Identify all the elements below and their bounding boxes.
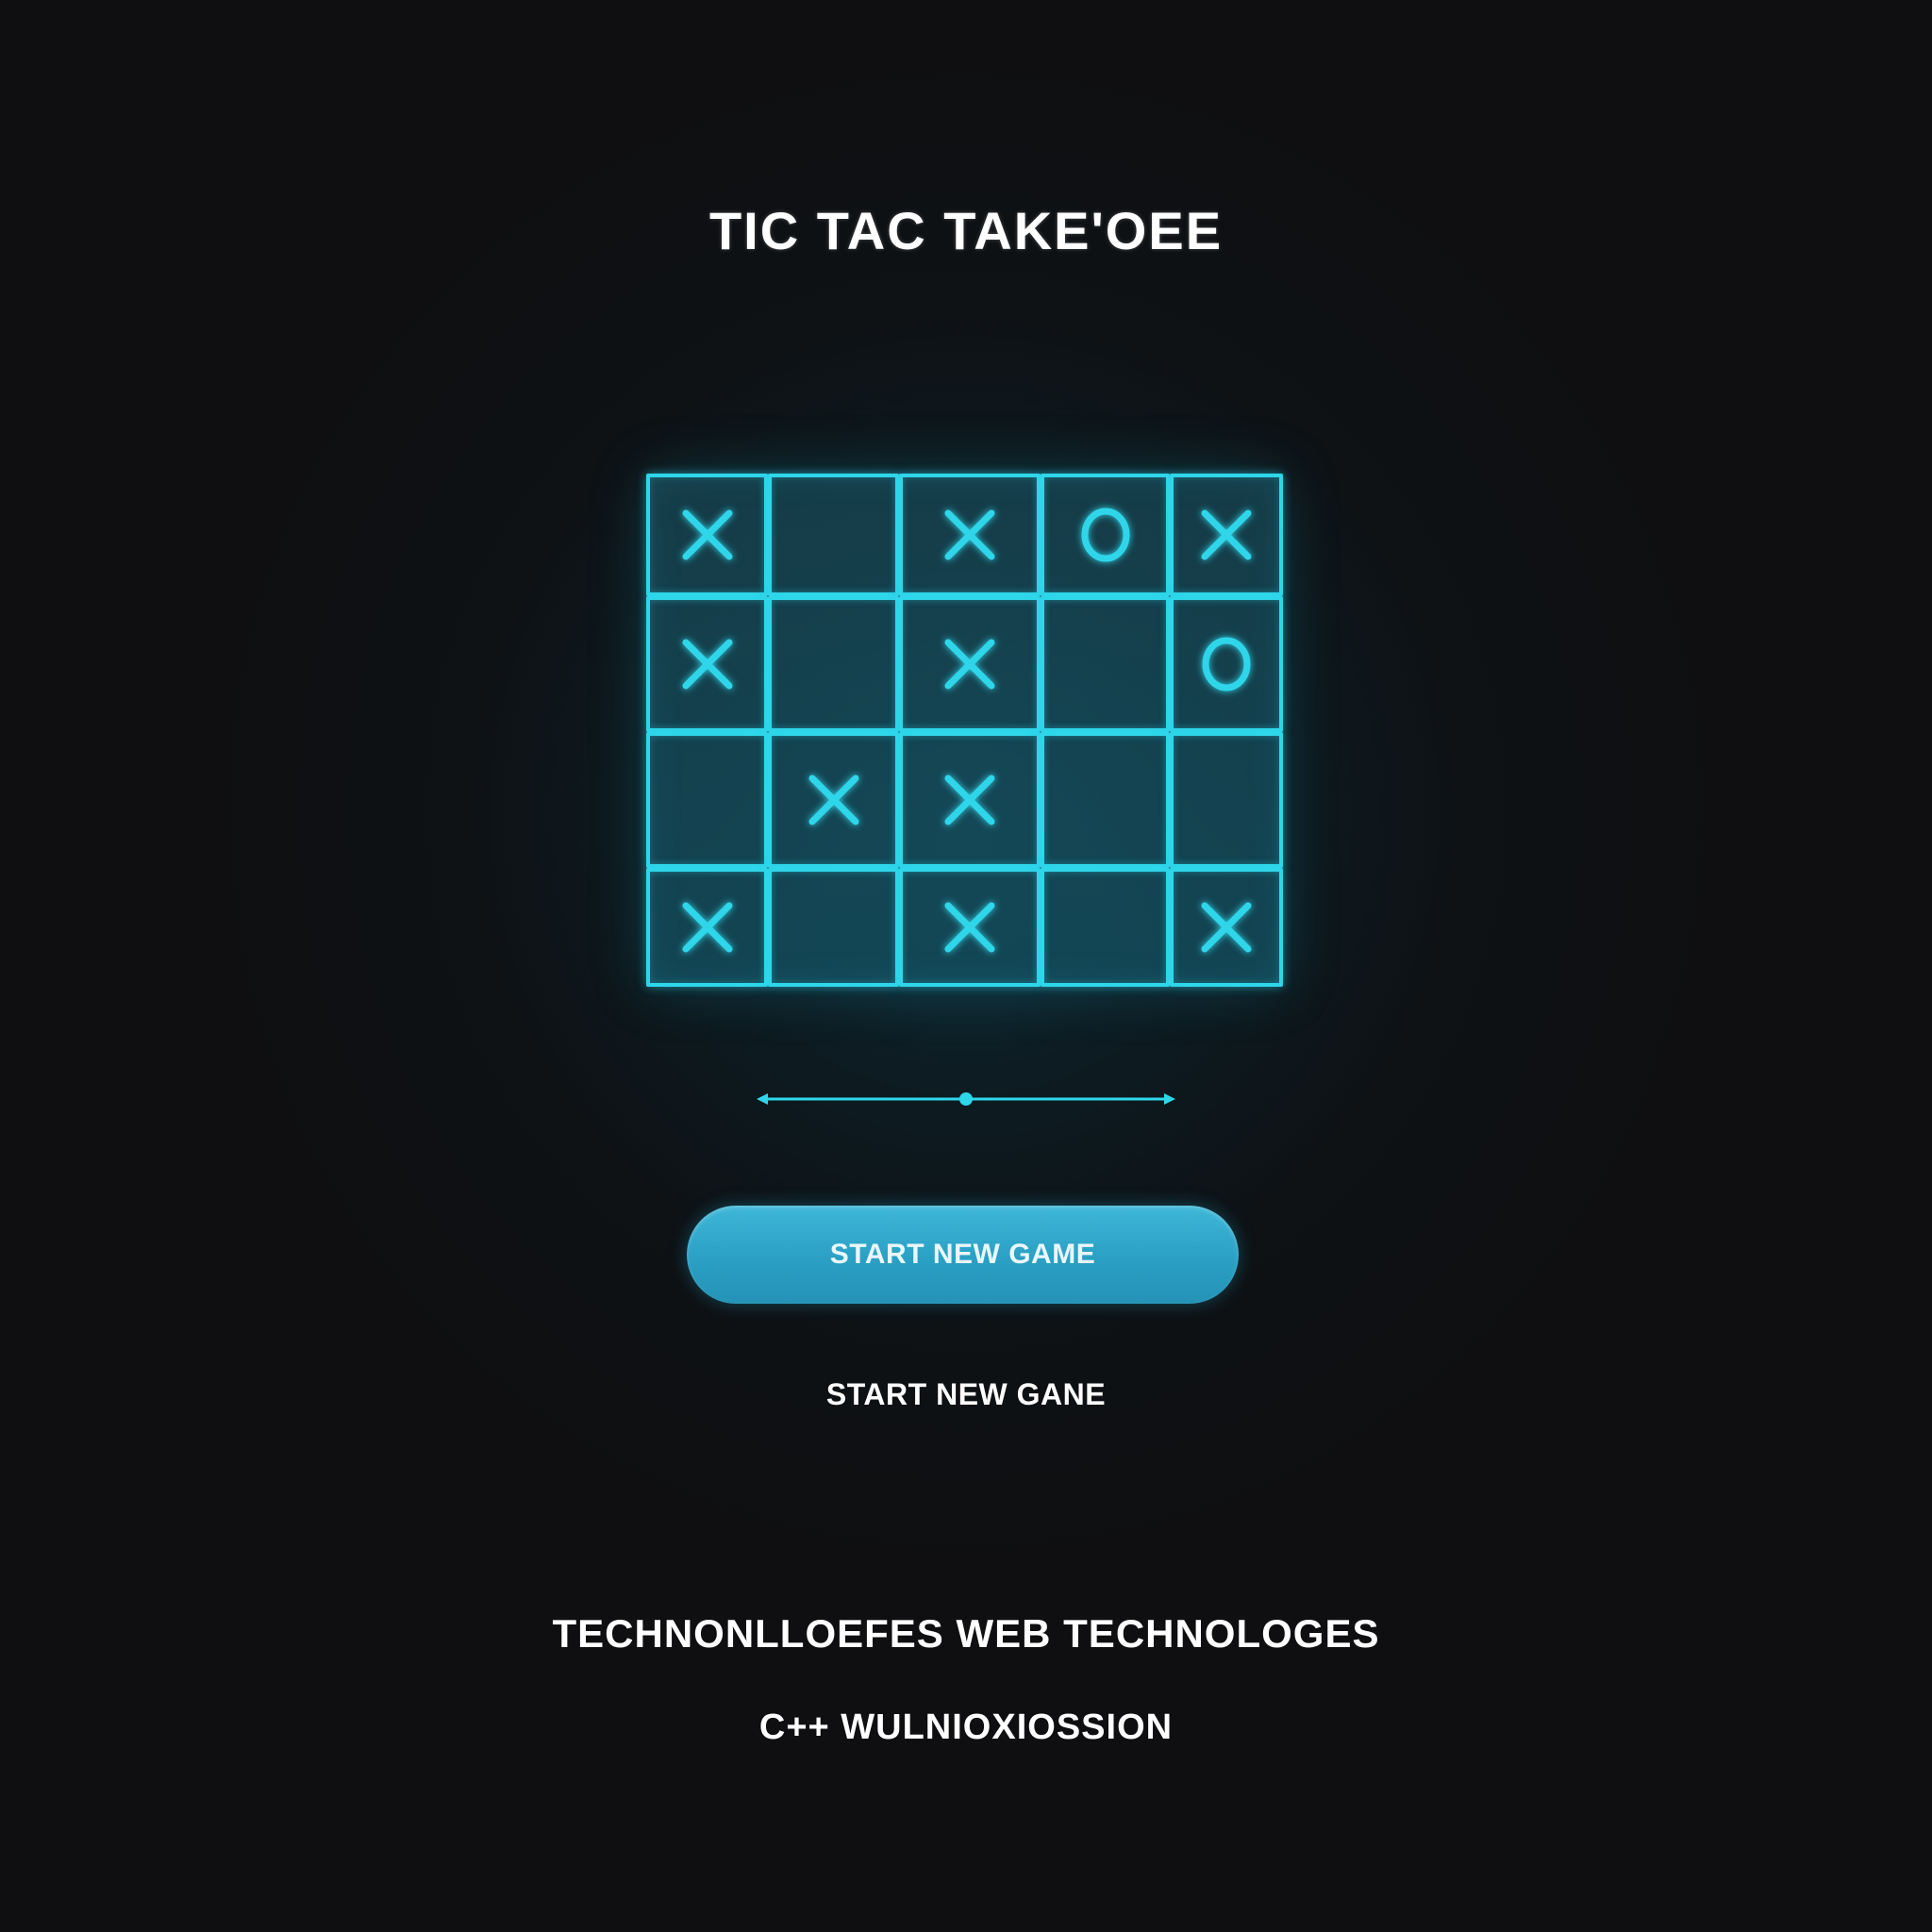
x-mark-icon [942, 900, 997, 955]
board-cell[interactable] [768, 474, 899, 596]
board-cell[interactable] [1170, 868, 1283, 987]
x-mark-icon [807, 773, 861, 827]
x-mark-icon [942, 637, 997, 691]
language-label: C++ WULNIOXIOSSION [758, 1707, 1174, 1747]
board-cell[interactable] [768, 732, 899, 868]
board-cell[interactable] [899, 868, 1041, 987]
x-mark-icon [942, 773, 997, 827]
game-screen: TIC TAC TAKE'OEE START NEW GAME START NE… [0, 0, 1932, 1932]
board-cell[interactable] [1170, 474, 1283, 596]
o-mark-icon [1199, 637, 1254, 691]
game-title: TIC TAC TAKE'OEE [708, 201, 1224, 260]
board-cell[interactable] [899, 596, 1041, 732]
board-cell[interactable] [768, 868, 899, 987]
start-new-game-link[interactable]: START NEW GANE [0, 1375, 1932, 1413]
technologies-label: TECHNONLLOEFES WEB TECHNOLOGES [552, 1611, 1380, 1656]
start-new-game-button[interactable]: START NEW GAME [687, 1206, 1239, 1304]
o-mark-icon [1078, 508, 1133, 562]
board-cell[interactable] [646, 732, 768, 868]
board-cell[interactable] [899, 732, 1041, 868]
slider-thumb[interactable] [959, 1092, 973, 1106]
x-mark-icon [1199, 508, 1254, 562]
turn-slider[interactable] [755, 1085, 1177, 1113]
x-mark-icon [680, 508, 735, 562]
board-cell[interactable] [646, 596, 768, 732]
board-cell[interactable] [1170, 596, 1283, 732]
board-cell[interactable] [1041, 596, 1170, 732]
board-cell[interactable] [1041, 474, 1170, 596]
board-cell[interactable] [646, 474, 768, 596]
board-cell[interactable] [1041, 868, 1170, 987]
board-cell[interactable] [1170, 732, 1283, 868]
slider-right-arrow-icon[interactable] [1164, 1093, 1175, 1105]
x-mark-icon [1199, 900, 1254, 955]
x-mark-icon [680, 637, 735, 691]
x-mark-icon [680, 900, 735, 955]
board-cell[interactable] [646, 868, 768, 987]
x-mark-icon [942, 508, 997, 562]
game-board [646, 474, 1283, 987]
board-cell[interactable] [899, 474, 1041, 596]
board-cell[interactable] [1041, 732, 1170, 868]
slider-left-arrow-icon[interactable] [757, 1093, 768, 1105]
board-cell[interactable] [768, 596, 899, 732]
